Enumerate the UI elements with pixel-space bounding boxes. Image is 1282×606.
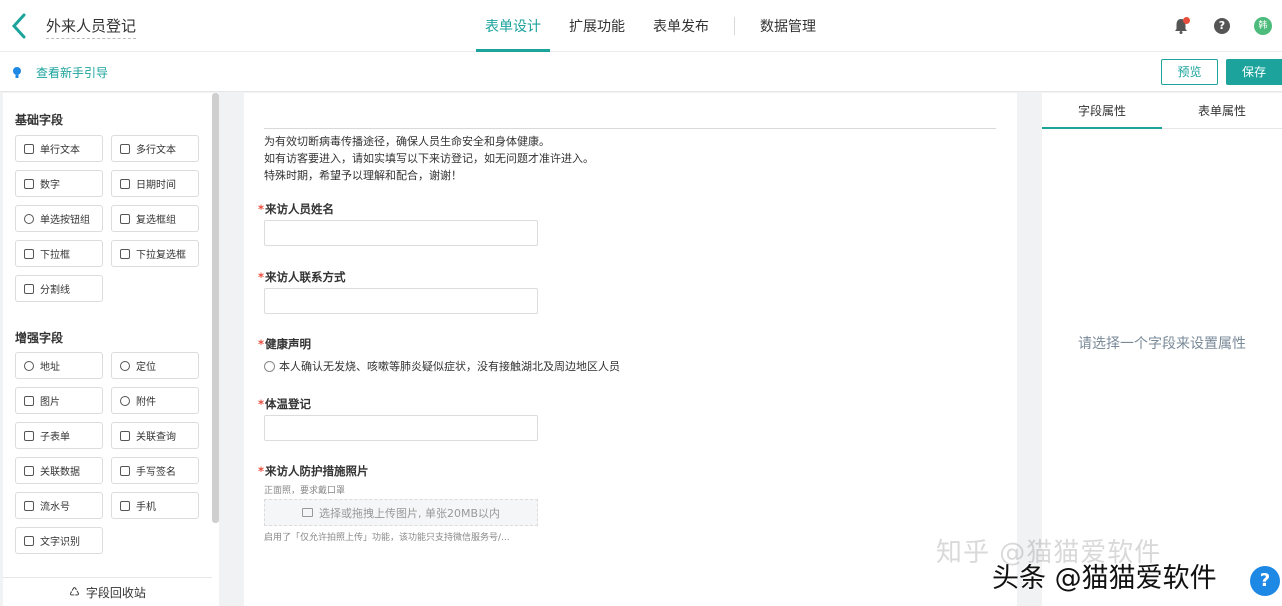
table-icon (24, 430, 34, 441)
field-address[interactable]: 地址 (15, 352, 103, 379)
photo-hint: 正面照，要求戴口罩 (264, 486, 346, 496)
main-nav: 表单设计 扩展功能 表单发布 数据管理 (476, 0, 835, 52)
link-icon (24, 465, 34, 476)
form-title[interactable]: 外来人员登记 (46, 15, 137, 39)
tab-extensions[interactable]: 扩展功能 (560, 0, 634, 52)
text-icon (24, 143, 34, 154)
field-palette: 基础字段 单行文本 多行文本 数字 日期时间 单选按钮组 复选框组 下拉框 下拉… (3, 93, 219, 606)
advanced-fields-title: 增强字段 (15, 331, 64, 345)
field-datetime[interactable]: 日期时间 (111, 170, 199, 197)
avatar[interactable]: 韩 (1254, 17, 1272, 35)
protection-photo-label[interactable]: *来访人防护措施照片 (258, 463, 369, 479)
field-divider[interactable]: 分割线 (15, 275, 103, 302)
search-link-icon (120, 430, 130, 441)
toutiao-watermark: 头条 @猫猫爱软件 (992, 563, 1217, 594)
basic-fields-title: 基础字段 (15, 113, 64, 127)
pen-icon (120, 465, 130, 476)
field-subform[interactable]: 子表单 (15, 422, 103, 449)
tab-field-properties[interactable]: 字段属性 (1042, 93, 1162, 129)
field-attachment[interactable]: 附件 (111, 387, 199, 414)
cloud-upload-icon (120, 395, 130, 406)
phone-icon (120, 500, 130, 511)
field-ocr[interactable]: 文字识别 (15, 527, 103, 554)
field-linked-data[interactable]: 关联数据 (15, 457, 103, 484)
map-pin-icon (24, 360, 34, 371)
properties-placeholder: 请选择一个字段来设置属性 (1078, 336, 1246, 352)
divider-icon (24, 283, 34, 294)
intro-line: 为有效切断病毒传播途径，确保人员生命安全和身体健康。 (264, 135, 550, 148)
sub-toolbar: 查看新手引导 预览 保存 (0, 52, 1282, 92)
image-upload-area[interactable]: 选择或拖拽上传图片, 单张20MB以内 (264, 499, 538, 526)
intro-line: 如有访客要进入，请如实填写以下来访登记，如无问题才准许进入。 (264, 152, 594, 165)
tab-form-publish[interactable]: 表单发布 (644, 0, 718, 52)
upload-note: 启用了「仅允许拍照上传」功能，该功能只支持微信服务号/... (264, 533, 510, 543)
visitor-contact-input[interactable] (264, 288, 538, 314)
form-canvas: 为有效切断病毒传播途径，确保人员生命安全和身体健康。 如有访客要进入，请如实填写… (244, 93, 1017, 606)
field-multi-dropdown[interactable]: 下拉复选框 (111, 240, 199, 267)
notification-dot (1183, 17, 1190, 24)
field-multi-line-text[interactable]: 多行文本 (111, 135, 199, 162)
image-icon (24, 395, 34, 406)
health-statement-label[interactable]: *健康声明 (258, 336, 311, 352)
notification-bell-icon[interactable] (1172, 17, 1190, 35)
list-icon (120, 248, 130, 259)
field-linked-query[interactable]: 关联查询 (111, 422, 199, 449)
field-radio-group[interactable]: 单选按钮组 (15, 205, 103, 232)
field-signature[interactable]: 手写签名 (111, 457, 199, 484)
intro-line: 特殊时期，希望予以理解和配合，谢谢！ (264, 169, 462, 182)
scan-icon (24, 535, 34, 546)
radio-icon (24, 213, 34, 224)
serial-icon (24, 500, 34, 511)
help-bubble-icon[interactable]: ? (1250, 566, 1280, 596)
help-icon[interactable]: ? (1214, 18, 1230, 34)
field-mobile[interactable]: 手机 (111, 492, 199, 519)
field-serial-number[interactable]: 流水号 (15, 492, 103, 519)
crosshair-icon (120, 360, 130, 371)
preview-button[interactable]: 预览 (1161, 59, 1218, 85)
image-icon (301, 508, 313, 517)
tab-form-design[interactable]: 表单设计 (476, 0, 550, 52)
properties-tabs: 字段属性 表单属性 (1042, 93, 1282, 129)
calendar-icon (120, 178, 130, 189)
temperature-label[interactable]: *体温登记 (258, 396, 311, 412)
field-number[interactable]: 数字 (15, 170, 103, 197)
textarea-icon (120, 143, 130, 154)
field-location[interactable]: 定位 (111, 352, 199, 379)
field-single-line-text[interactable]: 单行文本 (15, 135, 103, 162)
temperature-input[interactable] (264, 415, 538, 441)
intro-divider (264, 128, 996, 129)
back-arrow-icon[interactable] (8, 12, 32, 40)
save-button[interactable]: 保存 (1226, 59, 1282, 85)
guide-label: 查看新手引导 (36, 66, 109, 80)
beginner-guide-link[interactable]: 查看新手引导 (12, 64, 108, 81)
top-icons: ? 韩 (1172, 0, 1282, 52)
tab-form-properties[interactable]: 表单属性 (1162, 93, 1282, 128)
visitor-name-label[interactable]: *来访人员姓名 (258, 201, 334, 217)
recycle-icon: ♺ (69, 585, 80, 599)
radio-button[interactable] (264, 360, 275, 372)
top-bar: 外来人员登记 表单设计 扩展功能 表单发布 数据管理 ? 韩 (0, 0, 1282, 52)
field-recycle-bin[interactable]: ♺ 字段回收站 (3, 577, 212, 606)
field-checkbox-group[interactable]: 复选框组 (111, 205, 199, 232)
tab-data-management[interactable]: 数据管理 (751, 0, 825, 52)
visitor-name-input[interactable] (264, 220, 538, 246)
palette-scrollbar[interactable] (212, 93, 219, 523)
nav-divider (734, 17, 735, 35)
dropdown-icon (24, 248, 34, 259)
visitor-contact-label[interactable]: *来访人联系方式 (258, 269, 346, 285)
health-statement-option[interactable]: 本人确认无发烧、咳嗽等肺炎疑似症状，没有接触湖北及周边地区人员 (264, 358, 620, 374)
lightbulb-icon (12, 66, 22, 80)
field-dropdown[interactable]: 下拉框 (15, 240, 103, 267)
properties-panel: 字段属性 表单属性 请选择一个字段来设置属性 (1042, 93, 1282, 606)
number-icon (24, 178, 34, 189)
field-image[interactable]: 图片 (15, 387, 103, 414)
checkbox-icon (120, 213, 130, 224)
form-description[interactable]: 为有效切断病毒传播途径，确保人员生命安全和身体健康。 如有访客要进入，请如实填写… (264, 133, 594, 184)
